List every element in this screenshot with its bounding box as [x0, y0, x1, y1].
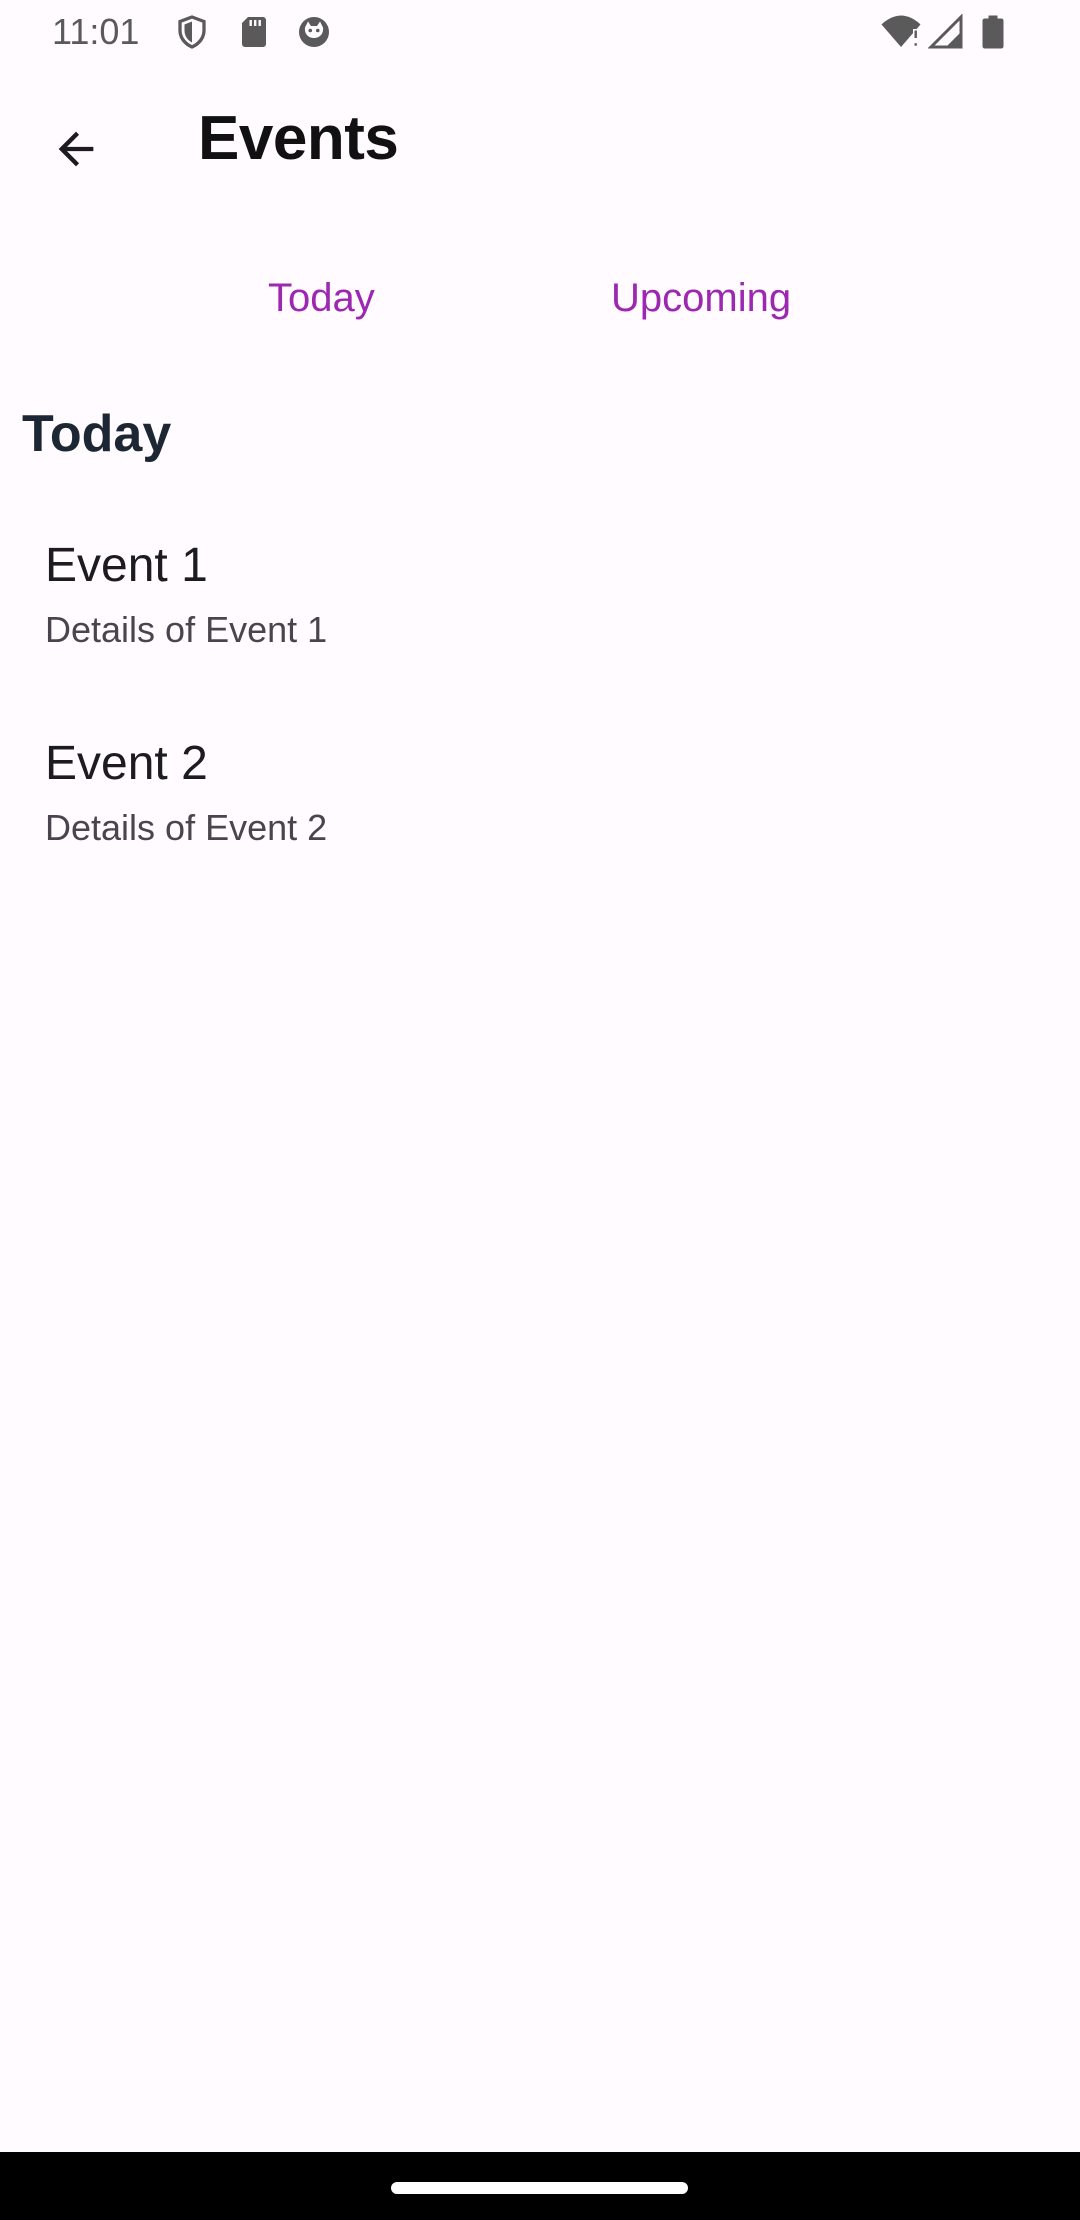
wifi-icon [881, 15, 921, 47]
shield-icon [178, 15, 206, 49]
tab-upcoming[interactable]: Upcoming [611, 250, 791, 346]
signal-icon [928, 14, 963, 49]
system-nav-bar [0, 2152, 1080, 2220]
event-title: Event 1 [45, 539, 208, 592]
app-bar: Events [0, 66, 1080, 220]
list-item-event-1[interactable]: Event 1 Details of Event 1 [0, 536, 1080, 706]
section-heading: Today [22, 405, 172, 463]
sd-card-icon [242, 17, 266, 47]
tab-bar: Today Upcoming [0, 250, 1080, 346]
list-item-event-2[interactable]: Event 2 Details of Event 2 [0, 734, 1080, 904]
event-details: Details of Event 2 [45, 807, 328, 848]
status-bar: 11:01 [0, 0, 1080, 66]
home-indicator[interactable] [391, 2182, 688, 2194]
back-button[interactable] [36, 109, 116, 189]
status-time: 11:01 [52, 11, 140, 52]
event-title: Event 2 [45, 737, 208, 790]
tab-today[interactable]: Today [268, 250, 375, 346]
event-details: Details of Event 1 [45, 609, 328, 650]
events-screen: 11:01 Events Today Upcoming Today Event … [0, 0, 1080, 2220]
page-title: Events [198, 104, 399, 173]
cat-face-icon [299, 17, 329, 47]
arrow-back-icon [58, 131, 94, 167]
battery-icon [982, 15, 1004, 49]
